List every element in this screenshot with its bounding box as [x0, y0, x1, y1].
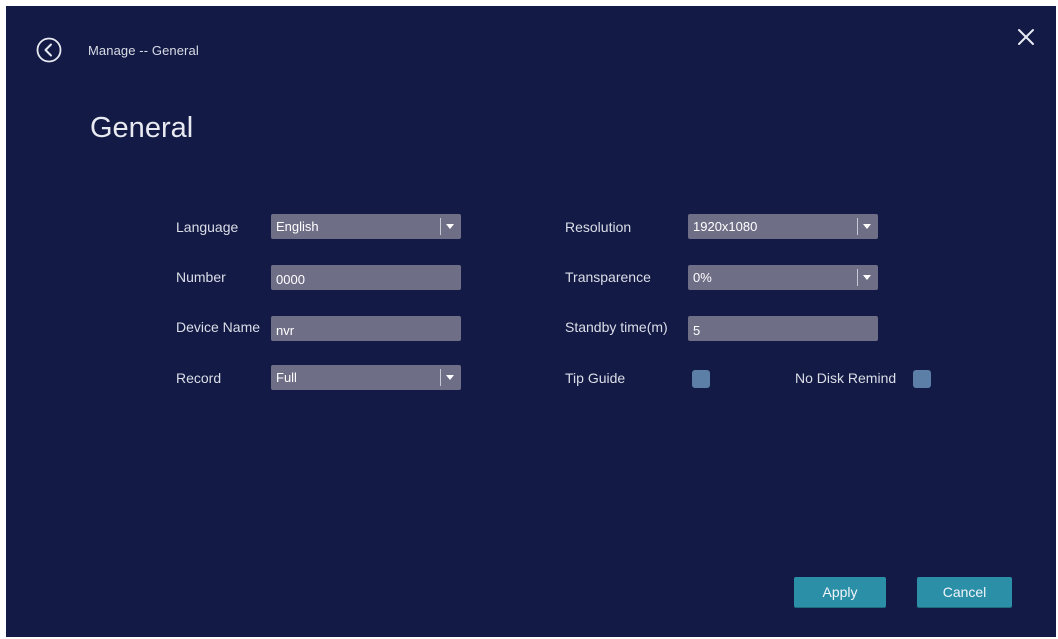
apply-button[interactable]: Apply — [794, 577, 886, 608]
number-label: Number — [176, 269, 226, 285]
chevron-down-icon — [446, 375, 454, 380]
device-name-input[interactable]: nvr — [271, 316, 461, 341]
language-value: English — [276, 219, 319, 234]
language-label: Language — [176, 219, 239, 235]
chevron-down-icon — [863, 224, 871, 229]
record-label: Record — [176, 370, 222, 386]
resolution-select[interactable]: 1920x1080 — [688, 214, 878, 239]
standby-time-label: Standby time(m) — [565, 319, 668, 335]
dropdown-arrow — [857, 269, 874, 286]
number-input[interactable]: 0000 — [271, 265, 461, 290]
breadcrumb: Manage -- General — [88, 43, 199, 58]
tip-guide-checkbox[interactable] — [692, 370, 710, 388]
no-disk-remind-checkbox[interactable] — [913, 370, 931, 388]
transparence-select[interactable]: 0% — [688, 265, 878, 290]
close-icon — [1018, 29, 1034, 45]
chevron-down-icon — [446, 224, 454, 229]
back-button[interactable] — [36, 37, 62, 63]
transparence-label: Transparence — [565, 269, 651, 285]
dropdown-arrow — [440, 218, 457, 235]
close-button[interactable] — [1016, 27, 1036, 47]
chevron-down-icon — [863, 275, 871, 280]
resolution-label: Resolution — [565, 219, 632, 235]
standby-time-input[interactable]: 5 — [688, 316, 878, 341]
resolution-value: 1920x1080 — [693, 219, 758, 234]
cancel-button[interactable]: Cancel — [917, 577, 1012, 608]
record-select[interactable]: Full — [271, 365, 461, 390]
transparence-value: 0% — [693, 270, 712, 285]
dropdown-arrow — [440, 369, 457, 386]
no-disk-remind-label: No Disk Remind — [795, 370, 897, 386]
dropdown-arrow — [857, 218, 874, 235]
general-settings-window: Manage -- General General Language Engli… — [6, 6, 1056, 637]
page-title: General — [90, 112, 194, 144]
device-name-label: Device Name — [176, 319, 261, 335]
record-value: Full — [276, 370, 297, 385]
language-select[interactable]: English — [271, 214, 461, 239]
tip-guide-label: Tip Guide — [565, 370, 626, 386]
back-circle-icon — [36, 37, 62, 63]
